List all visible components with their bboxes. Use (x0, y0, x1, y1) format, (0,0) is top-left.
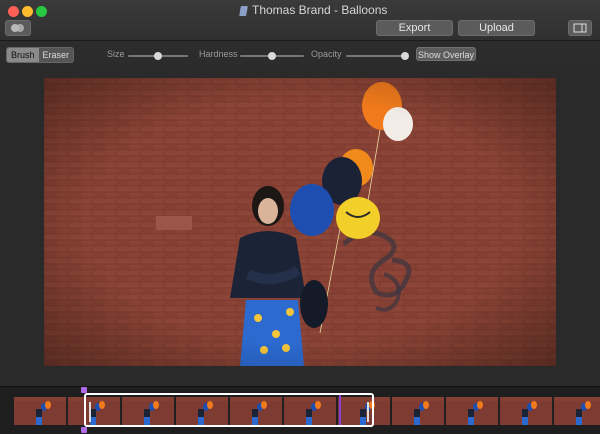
show-overlay-button[interactable]: Show Overlay (416, 47, 476, 61)
close-button[interactable] (8, 6, 19, 17)
title-bar: Thomas Brand - Balloons Export Upload (0, 0, 600, 41)
filmstrip-frame[interactable] (392, 397, 445, 425)
filmstrip-frame[interactable] (554, 397, 600, 425)
opacity-label: Opacity (311, 49, 342, 59)
export-button[interactable]: Export (376, 20, 453, 36)
selection-range[interactable] (84, 393, 374, 427)
balloons-photo (44, 78, 556, 366)
filters-icon (11, 24, 24, 32)
filters-button[interactable] (5, 20, 31, 36)
hardness-slider[interactable] (240, 52, 304, 60)
document-icon (239, 6, 248, 16)
hardness-label: Hardness (199, 49, 238, 59)
filmstrip-frame[interactable] (446, 397, 499, 425)
brush-tool-button[interactable]: Brush (7, 48, 39, 62)
size-slider[interactable] (128, 52, 188, 60)
photo-canvas[interactable] (44, 78, 556, 366)
filmstrip[interactable] (0, 386, 600, 434)
playhead-marker-top (81, 387, 87, 393)
zoom-button[interactable] (36, 6, 47, 17)
selection-start-handle[interactable] (89, 402, 91, 422)
size-label: Size (107, 49, 125, 59)
filmstrip-frame[interactable] (500, 397, 553, 425)
playhead-marker-bottom (81, 427, 87, 433)
sidebar-toggle-button[interactable] (568, 20, 592, 36)
sidebar-icon (573, 23, 587, 33)
size-slider-knob[interactable] (154, 52, 162, 60)
selection-end-handle[interactable] (367, 402, 369, 422)
eraser-tool-button[interactable]: Eraser (38, 48, 74, 62)
minimize-button[interactable] (22, 6, 33, 17)
playhead[interactable] (339, 395, 341, 425)
upload-button[interactable]: Upload (458, 20, 535, 36)
window-title: Thomas Brand - Balloons (252, 3, 388, 17)
tool-options-bar: Brush Eraser Size Hardness Opacity Show … (0, 41, 600, 65)
opacity-slider-knob[interactable] (400, 52, 409, 60)
filmstrip-frame[interactable] (14, 397, 67, 425)
hardness-slider-knob[interactable] (268, 52, 276, 60)
opacity-slider[interactable] (346, 52, 409, 60)
tool-segmented-control[interactable]: Brush Eraser (6, 47, 75, 63)
